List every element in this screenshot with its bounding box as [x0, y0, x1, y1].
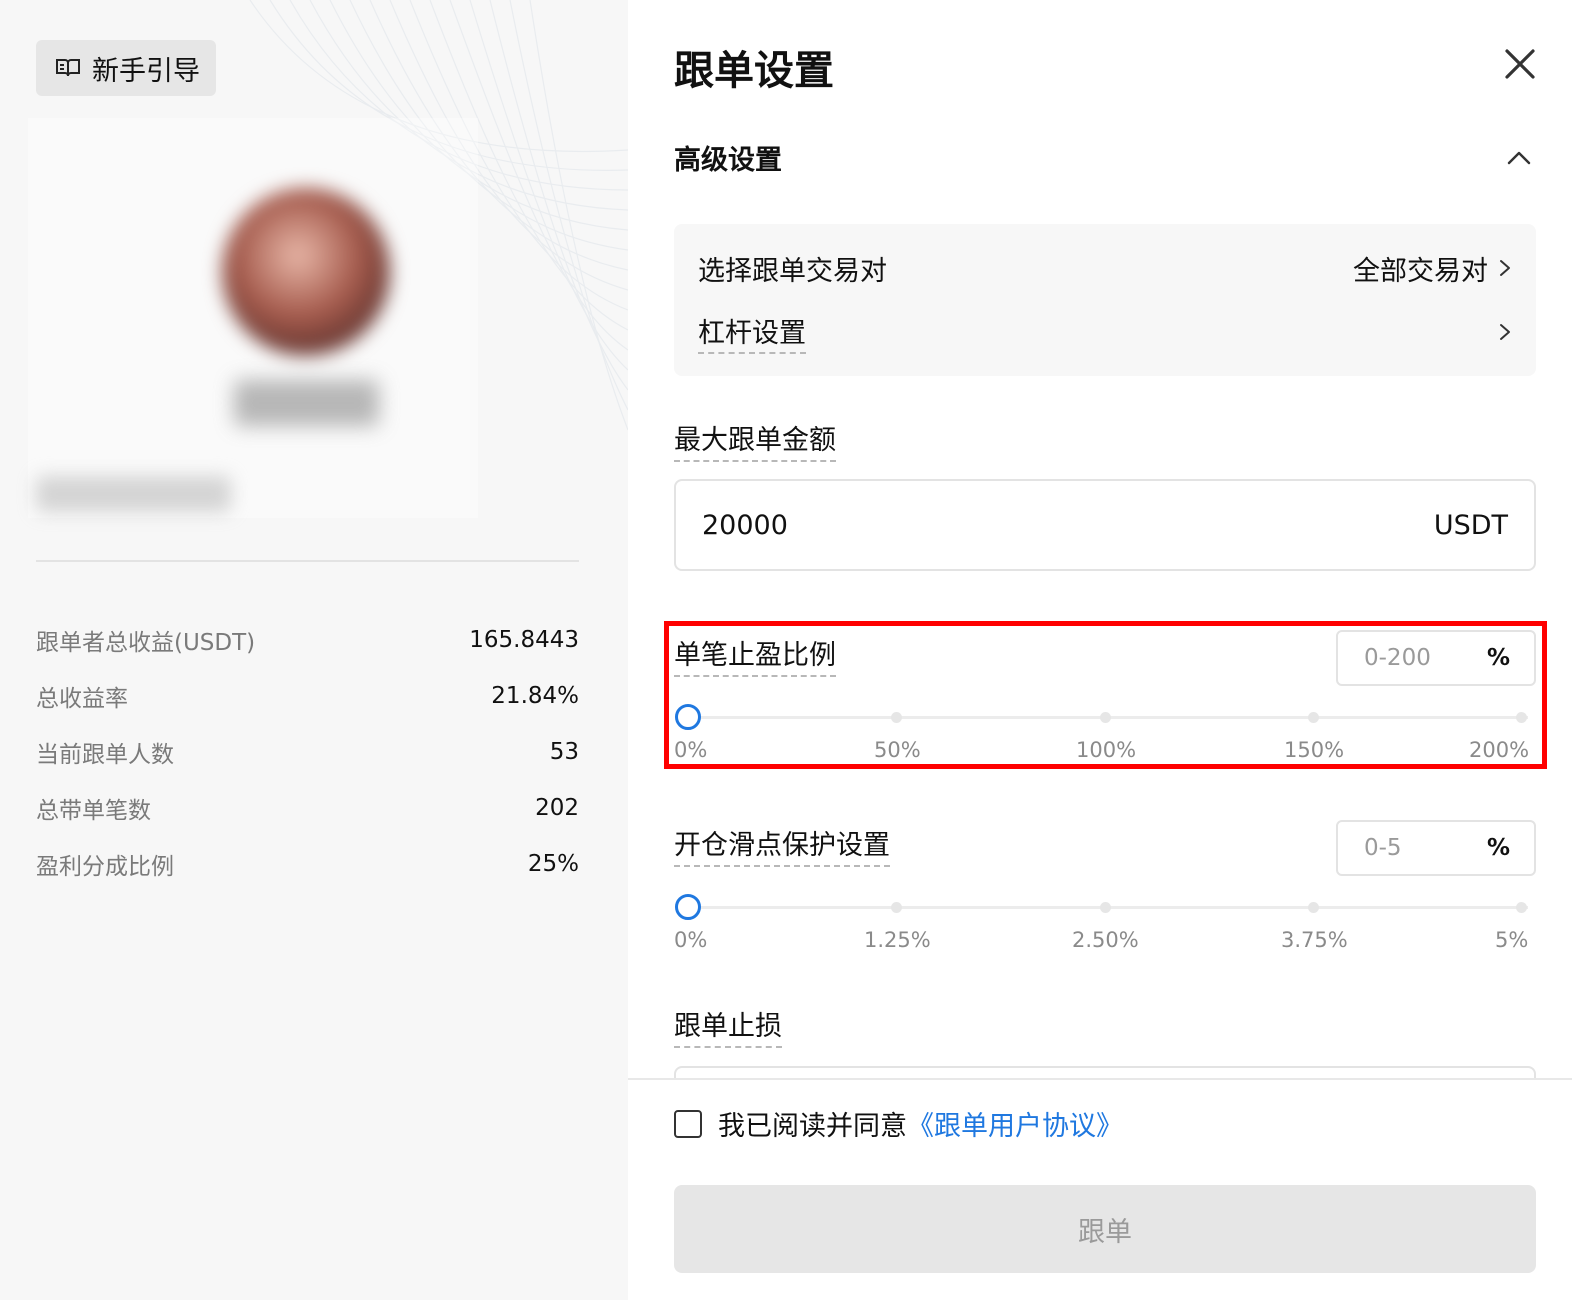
- trader-stats-list: 跟单者总收益(USDT) 165.8443 总收益率 21.84% 当前跟单人数…: [36, 612, 579, 892]
- trader-profile-panel: 新手引导 跟单者总收益(USDT) 165.8443 总收益率 21.84% 当…: [0, 0, 628, 1300]
- stat-row-follower-profit: 跟单者总收益(USDT) 165.8443: [36, 612, 579, 668]
- max-amount-unit: USDT: [1433, 509, 1508, 541]
- agreement-text: 我已阅读并同意: [718, 1111, 907, 1142]
- copy-trade-settings-panel: 跟单设置 高级设置 选择跟单交易对 全部交易对 杠杆设置 最大跟单金额 2000…: [628, 0, 1572, 1300]
- divider: [36, 560, 579, 562]
- agreement-checkbox[interactable]: [674, 1109, 702, 1138]
- follow-submit-button[interactable]: 跟单: [674, 1185, 1536, 1273]
- slippage-placeholder: 0-5: [1364, 835, 1402, 861]
- stat-value: 25%: [527, 851, 579, 877]
- chevron-up-icon[interactable]: [1504, 146, 1534, 168]
- stat-label: 跟单者总收益(USDT): [36, 630, 256, 656]
- agreement-link[interactable]: 《跟单用户协议》: [907, 1104, 1123, 1143]
- beginner-guide-button[interactable]: 新手引导: [36, 40, 216, 96]
- slider-mark[interactable]: [891, 712, 902, 723]
- slider-tick-label: 0%: [674, 928, 708, 952]
- advanced-settings-title: 高级设置: [674, 145, 782, 176]
- stat-row-total-orders: 总带单笔数 202: [36, 780, 579, 836]
- max-amount-label: 最大跟单金额: [674, 424, 836, 462]
- leverage-settings-row[interactable]: 杠杆设置: [698, 311, 1512, 354]
- stat-value: 165.8443: [469, 627, 579, 653]
- slider-tick-label: 3.75%: [1281, 928, 1348, 952]
- stop-loss-label: 跟单止损: [674, 1010, 782, 1048]
- take-profit-placeholder: 0-200: [1364, 645, 1431, 671]
- trader-id-blurred: [36, 476, 231, 512]
- slippage-input[interactable]: 0-5 %: [1336, 820, 1536, 876]
- stat-row-profit-share: 盈利分成比例 25%: [36, 836, 579, 892]
- book-open-icon: [54, 54, 82, 82]
- slippage-slider[interactable]: 0% 1.25% 2.50% 3.75% 5%: [674, 890, 1536, 956]
- leverage-settings-label: 杠杆设置: [698, 311, 806, 354]
- chevron-right-icon: [1500, 324, 1510, 340]
- slider-tick-label: 100%: [1076, 738, 1137, 762]
- select-pair-value: 全部交易对: [1353, 255, 1488, 287]
- select-pair-label: 选择跟单交易对: [698, 255, 887, 287]
- stat-label: 总收益率: [36, 686, 128, 712]
- advanced-options-box: 选择跟单交易对 全部交易对 杠杆设置: [674, 224, 1536, 376]
- slippage-label: 开仓滑点保护设置: [674, 829, 890, 867]
- slider-mark[interactable]: [1100, 902, 1111, 913]
- slider-thumb[interactable]: [675, 704, 701, 730]
- page-title: 跟单设置: [674, 48, 834, 94]
- slider-tick-label: 1.25%: [864, 928, 931, 952]
- slider-mark[interactable]: [1516, 712, 1527, 723]
- stat-value: 53: [549, 739, 579, 765]
- slider-tick-label: 0%: [674, 738, 708, 762]
- stat-row-current-followers: 当前跟单人数 53: [36, 724, 579, 780]
- stat-row-total-return: 总收益率 21.84%: [36, 668, 579, 724]
- stat-value: 21.84%: [491, 683, 579, 709]
- stat-label: 盈利分成比例: [36, 854, 174, 880]
- select-pair-row[interactable]: 选择跟单交易对 全部交易对: [698, 248, 1512, 288]
- select-pair-value-group: 全部交易对: [1353, 249, 1512, 288]
- stat-label: 总带单笔数: [36, 798, 151, 824]
- stat-value: 202: [535, 795, 579, 821]
- max-amount-input[interactable]: 20000 USDT: [674, 479, 1536, 571]
- slider-tick-label: 200%: [1469, 738, 1530, 762]
- trader-nickname-blurred: [234, 380, 379, 426]
- slider-thumb[interactable]: [675, 894, 701, 920]
- slider-mark[interactable]: [1308, 902, 1319, 913]
- slider-tick-label: 2.50%: [1072, 928, 1139, 952]
- slider-mark[interactable]: [1308, 712, 1319, 723]
- take-profit-label: 单笔止盈比例: [674, 639, 836, 677]
- slider-tick-label: 150%: [1284, 738, 1345, 762]
- take-profit-input[interactable]: 0-200 %: [1336, 630, 1536, 686]
- close-icon[interactable]: [1500, 44, 1540, 84]
- slider-tick-label: 5%: [1495, 928, 1529, 952]
- footer-divider: [628, 1078, 1572, 1080]
- take-profit-slider[interactable]: 0% 50% 100% 150% 200%: [674, 700, 1536, 766]
- slider-mark[interactable]: [1100, 712, 1111, 723]
- slider-tick-label: 50%: [874, 738, 921, 762]
- chevron-right-icon: [1500, 260, 1510, 276]
- stat-label: 当前跟单人数: [36, 742, 174, 768]
- take-profit-unit: %: [1486, 645, 1510, 671]
- slider-mark[interactable]: [1516, 902, 1527, 913]
- avatar[interactable]: [222, 188, 390, 356]
- max-amount-value: 20000: [702, 509, 788, 541]
- slider-mark[interactable]: [891, 902, 902, 913]
- agreement-row: 我已阅读并同意 《跟单用户协议》: [674, 1104, 1123, 1143]
- beginner-guide-label: 新手引导: [92, 55, 200, 87]
- slippage-unit: %: [1486, 835, 1510, 861]
